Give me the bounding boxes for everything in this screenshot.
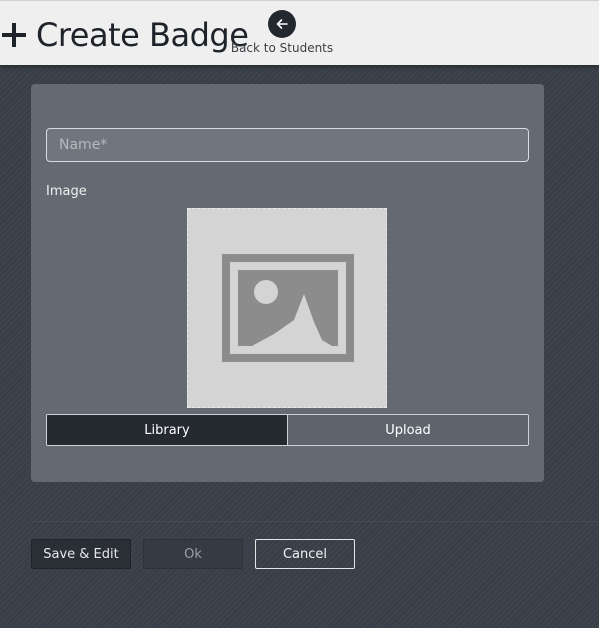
ok-button[interactable]: Ok — [143, 539, 243, 569]
image-source-toggle: Library Upload — [46, 414, 529, 446]
image-preview[interactable] — [187, 208, 387, 408]
plus-icon — [2, 23, 26, 47]
image-label: Image — [46, 184, 87, 199]
tab-upload[interactable]: Upload — [287, 415, 528, 445]
back-to-students-label[interactable]: Back to Students — [230, 41, 334, 55]
name-input[interactable] — [46, 128, 529, 162]
page-header: Create Badge Back to Students — [0, 0, 599, 65]
back-to-students-link[interactable]: Back to Students — [230, 8, 334, 58]
badge-form-card: Image Library Upload — [31, 84, 544, 482]
image-placeholder-icon — [222, 254, 354, 362]
page-title-text: Create Badge — [36, 16, 249, 54]
footer-divider — [31, 521, 599, 522]
page-title: Create Badge — [2, 13, 249, 57]
arrow-left-icon[interactable] — [268, 10, 296, 38]
save-and-edit-button[interactable]: Save & Edit — [31, 539, 131, 569]
cancel-button[interactable]: Cancel — [255, 539, 355, 569]
tab-library[interactable]: Library — [47, 415, 287, 445]
